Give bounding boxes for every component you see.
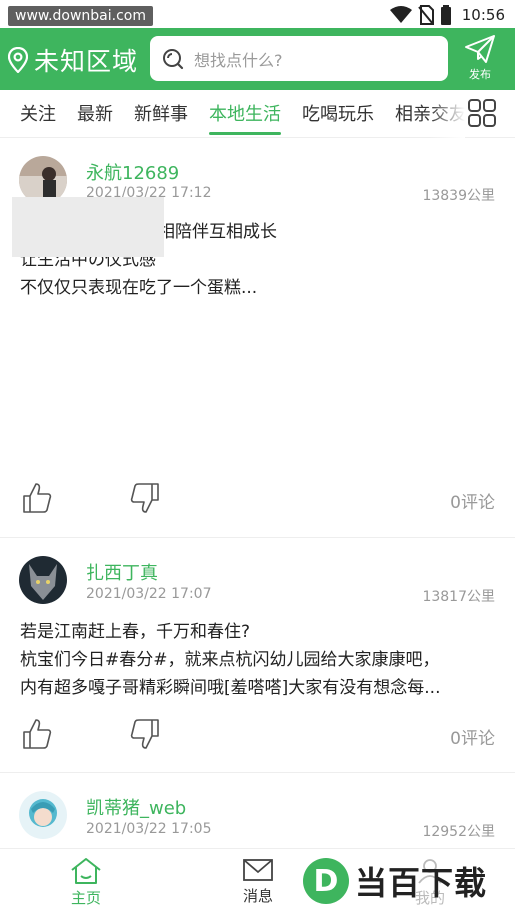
- like-button[interactable]: [22, 718, 52, 754]
- watermark-logo-mark: D: [303, 858, 349, 904]
- like-button[interactable]: [22, 482, 52, 518]
- post-distance: 12952公里: [422, 824, 495, 840]
- publish-label: 发布: [469, 68, 491, 81]
- post-username[interactable]: 扎西丁真: [86, 559, 158, 585]
- post-username[interactable]: 凯蒂猪_web: [86, 794, 186, 820]
- nav-home-label: 主页: [70, 889, 101, 907]
- post-distance: 13817公里: [422, 589, 495, 605]
- post-content[interactable]: 若是江南赶上春，千万和春住? 杭宝们今日#春分#，就来点杭闪幼儿园给大家康康吧，…: [20, 618, 500, 702]
- tab-food-fun[interactable]: 吃喝玩乐: [302, 100, 374, 130]
- comment-count[interactable]: 0评论: [450, 488, 495, 513]
- avatar-image: [19, 791, 67, 839]
- post-line: 不仅仅只表现在吃了一个蛋糕...: [20, 278, 258, 298]
- tab-latest[interactable]: 最新: [77, 100, 113, 130]
- avatar[interactable]: [19, 791, 67, 839]
- thumbs-up-icon: [23, 483, 52, 513]
- post-date: 2021/03/22 17:05: [86, 821, 212, 837]
- thumbs-up-icon: [23, 719, 52, 749]
- nav-messages-label: 消息: [242, 887, 273, 905]
- search-bar[interactable]: 想找点什么?: [150, 36, 448, 81]
- comment-count[interactable]: 0评论: [450, 724, 495, 749]
- post-card[interactable]: 扎西丁真 2021/03/22 17:07 13817公里 若是江南赶上春，千万…: [0, 538, 515, 772]
- tab-fresh[interactable]: 新鲜事: [134, 100, 188, 130]
- post-username[interactable]: 永航12689: [86, 159, 179, 185]
- thumbs-down-icon: [130, 483, 159, 513]
- post-date: 2021/03/22 17:07: [86, 586, 212, 602]
- location-selector[interactable]: 未知区域: [8, 42, 138, 78]
- search-placeholder: 想找点什么?: [194, 50, 283, 70]
- battery-icon: [440, 5, 451, 25]
- home-icon: [71, 858, 101, 884]
- location-pin-icon: [8, 47, 28, 73]
- post-actions: 0评论: [0, 718, 515, 758]
- grid-icon: [468, 99, 496, 127]
- app-header: 未知区域 想找点什么? 发布: [0, 28, 515, 90]
- dislike-button[interactable]: [130, 482, 160, 518]
- tab-local-life[interactable]: 本地生活: [209, 100, 281, 135]
- blurred-region: [12, 197, 164, 257]
- nav-messages[interactable]: 消息: [218, 857, 298, 906]
- tabs-scroll[interactable]: 关注 最新 新鲜事 本地生活 吃喝玩乐 相亲交友: [0, 90, 465, 138]
- post-line: 若是江南赶上春，千万和春住?: [20, 622, 251, 642]
- tab-fade: [430, 90, 465, 138]
- category-tabs: 关注 最新 新鲜事 本地生活 吃喝玩乐 相亲交友: [0, 90, 515, 138]
- watermark-url: www.downbai.com: [8, 6, 153, 26]
- mail-icon: [243, 859, 273, 881]
- status-time: 10:56: [461, 6, 505, 24]
- tab-follow[interactable]: 关注: [20, 100, 56, 130]
- post-line: 内有超多嘎子哥精彩瞬间哦[羞嗒嗒]大家有没有想念每...: [20, 678, 441, 698]
- nav-home[interactable]: 主页: [46, 857, 126, 908]
- publish-button[interactable]: 发布: [458, 34, 502, 84]
- status-bar: www.downbai.com 10:56: [0, 0, 515, 28]
- post-actions: 0评论: [0, 482, 515, 522]
- post-card[interactable]: 凯蒂猪_web 2021/03/22 17:05 12952公里: [0, 773, 515, 848]
- status-icons: 10:56: [389, 4, 505, 26]
- dislike-button[interactable]: [130, 718, 160, 754]
- tab-row: 关注 最新 新鲜事 本地生活 吃喝玩乐 相亲交友: [20, 100, 465, 135]
- avatar[interactable]: [19, 556, 67, 604]
- no-sim-icon: [417, 5, 434, 25]
- watermark-logo: D 当百下载: [303, 855, 487, 907]
- wifi-icon: [389, 6, 412, 23]
- paper-plane-icon: [465, 35, 495, 63]
- watermark-logo-text: 当百下载: [355, 864, 488, 902]
- search-icon: [163, 48, 184, 69]
- post-line: 杭宝们今日#春分#，就来点杭闪幼儿园给大家康康吧，: [20, 650, 440, 670]
- post-distance: 13839公里: [422, 188, 495, 204]
- all-categories-button[interactable]: [467, 98, 497, 128]
- thumbs-down-icon: [130, 719, 159, 749]
- avatar-image: [19, 556, 67, 604]
- location-label: 未知区域: [34, 47, 139, 76]
